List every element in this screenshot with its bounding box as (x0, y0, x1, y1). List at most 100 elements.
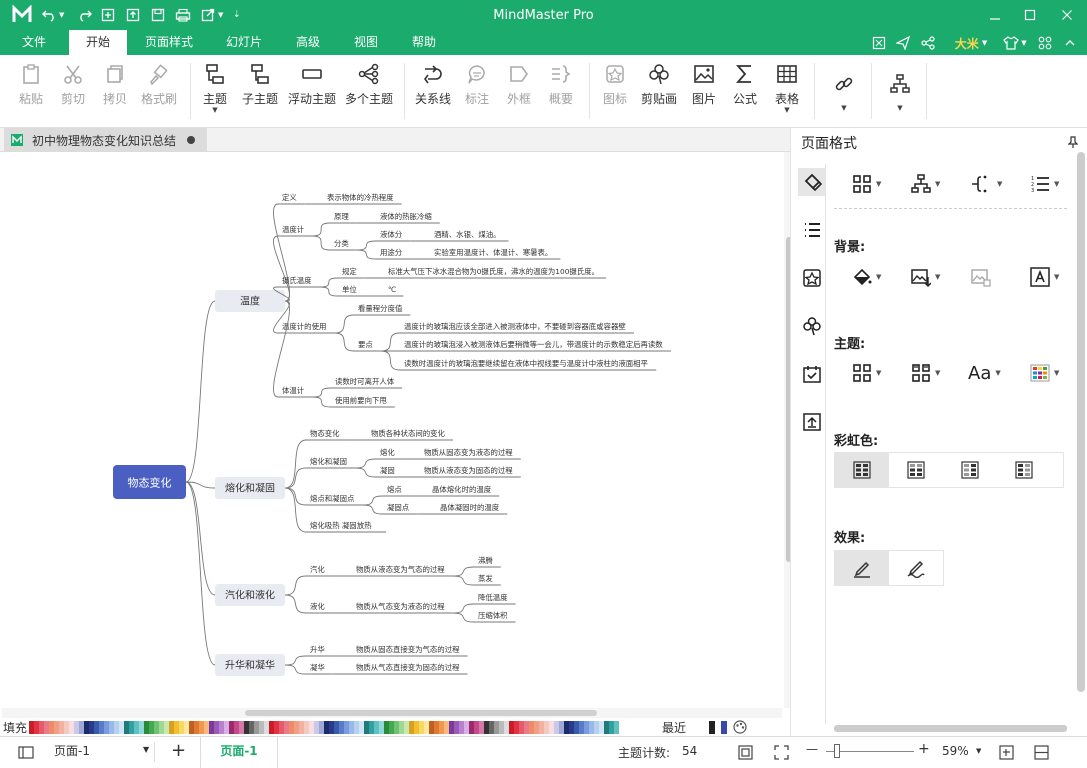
mindmap-diagram[interactable]: 物态变化 温度熔化和凝固汽化和液化升华和凝华 定义 表示物体的冷热程度温度计 原理 液体的… (2, 152, 783, 708)
rainbow-option-4[interactable] (997, 453, 1051, 487)
page-format-tab[interactable] (798, 168, 826, 196)
color-picker-icon[interactable] (733, 720, 747, 734)
theme-color-button[interactable]: ▼ (1030, 357, 1059, 389)
tab-advanced[interactable]: 高级 (284, 30, 332, 55)
format-painter-button[interactable]: 格式刷 (139, 63, 179, 123)
send-icon[interactable] (894, 33, 912, 53)
subtopic-button[interactable]: 子主题 (240, 63, 280, 123)
mindmap-node[interactable]: 凝固 (380, 466, 395, 475)
mindmap-node[interactable]: 摄氏温度 (282, 276, 312, 285)
redo-icon[interactable] (78, 5, 92, 25)
mindmap-node[interactable]: 温度计的玻璃泡应该全部进入被测液体中，不要碰到容器底或容器壁 (404, 322, 626, 331)
print-icon[interactable] (175, 5, 191, 25)
tab-page-style[interactable]: 页面样式 (136, 30, 202, 55)
apps-grid-icon[interactable] (1036, 33, 1054, 53)
mindmap-node[interactable]: 物质从固态直接变为气态的过程 (356, 645, 460, 654)
central-topic-label[interactable]: 物态变化 (128, 476, 172, 490)
table-dropdown-icon[interactable]: ▼ (784, 107, 789, 114)
mindmap-node[interactable]: 晶体凝固时的温度 (440, 503, 500, 512)
page-panel-icon[interactable] (18, 746, 34, 759)
zoom-slider-handle[interactable] (834, 744, 840, 758)
watermark-button[interactable]: ▼ (1030, 261, 1059, 293)
user-menu[interactable]: 大米 ▼ (950, 33, 992, 53)
panel-vertical-scrollbar[interactable] (1077, 152, 1085, 692)
tab-file[interactable]: 文件 (8, 30, 60, 55)
relationship-button[interactable]: 关系线 (414, 63, 452, 123)
fullscreen-icon[interactable] (870, 33, 888, 53)
hyperlink-button[interactable]: ▼ (828, 63, 860, 123)
theme-button[interactable]: ▼ (852, 357, 881, 389)
zoom-level[interactable]: 59% (942, 744, 969, 758)
boundary-button[interactable]: 外框 (502, 63, 536, 123)
page-tab-1[interactable]: 页面-1 (200, 737, 278, 768)
background-image-button[interactable]: ▼ (911, 261, 940, 293)
fill-color-button[interactable]: ▼ (852, 261, 881, 293)
mindmap-node[interactable]: 熔化吸热 凝固放热 (310, 521, 372, 530)
clipart-button[interactable]: 剪贴画 (639, 63, 679, 123)
mindmap-node[interactable]: 熔化 (380, 448, 395, 457)
mindmap-node[interactable]: 沸腾 (478, 556, 493, 565)
mindmap-node[interactable]: 规定 (342, 267, 357, 276)
undo-icon[interactable]: ▼ (42, 5, 64, 25)
formula-button[interactable]: 公式 (728, 63, 762, 123)
mindmap-node[interactable]: 汽化 (310, 565, 325, 574)
mindmap-node[interactable]: 压缩体积 (478, 611, 508, 620)
export-tab[interactable] (798, 408, 826, 436)
effect-option-1[interactable] (835, 551, 889, 585)
pin-icon[interactable] (1068, 136, 1078, 148)
connector-style-button[interactable]: ▼ (971, 168, 1002, 200)
link-dropdown-icon[interactable]: ▼ (841, 105, 846, 112)
mindmap-node[interactable]: 体温计 (282, 386, 305, 395)
mindmap-node[interactable]: 原理 (334, 212, 349, 221)
table-button[interactable]: 表格 ▼ (770, 63, 804, 123)
mindmap-node[interactable]: 要点 (358, 340, 373, 349)
collapse-ribbon-icon[interactable] (1061, 33, 1079, 53)
mindmap-node[interactable]: 读数时温度计的玻璃泡要继续留在液体中视线要与温度计中液柱的液面相平 (404, 359, 648, 368)
main-topic-label[interactable]: 熔化和凝固 (225, 482, 275, 495)
layout-button[interactable]: ▼ (884, 63, 916, 123)
mindmap-node[interactable]: 熔点和凝固点 (310, 494, 355, 503)
tab-view[interactable]: 视图 (342, 30, 390, 55)
mindmap-node[interactable]: 读数时可离开人体 (335, 377, 395, 386)
color-swatches[interactable] (29, 720, 619, 734)
skin-icon[interactable]: ▼ (1000, 33, 1030, 53)
mindmap-node[interactable]: 分类 (334, 239, 349, 248)
mindmap-node[interactable]: 物态变化 (310, 429, 340, 438)
mindmap-node[interactable]: 单位 (342, 285, 357, 294)
mindmap-node[interactable]: 降低温度 (478, 593, 508, 602)
zoom-dropdown-icon[interactable]: ▼ (976, 747, 981, 755)
numbering-button[interactable]: 1 2 3 ▼ (1030, 168, 1059, 200)
save-icon[interactable] (151, 5, 165, 25)
mindmap-node[interactable]: 看量程分度值 (358, 304, 403, 313)
mindmap-node[interactable]: 熔点 (387, 485, 402, 494)
fit-page-icon[interactable] (738, 745, 753, 760)
mindmap-canvas[interactable]: 物态变化 温度 熔化和凝固 汽化和液化 升华和凝华 定义 表示物体的冷热程度 温度计 原理 液体的… (2, 152, 783, 708)
main-topic-label[interactable]: 汽化和液化 (225, 589, 275, 602)
customize-quick-access-icon[interactable]: ⇣ (233, 5, 241, 25)
close-button[interactable] (1055, 5, 1079, 25)
mindmap-node[interactable]: ℃ (388, 285, 396, 294)
copy-button[interactable]: 拷贝 (98, 63, 132, 123)
fit-window-icon[interactable] (999, 745, 1014, 760)
callout-button[interactable]: 标注 (460, 63, 494, 123)
rainbow-option-3[interactable] (943, 453, 997, 487)
effect-option-2[interactable] (889, 551, 943, 585)
fullscreen-icon[interactable] (774, 745, 789, 760)
theme-font-button[interactable]: Aa ▼ (968, 357, 1001, 389)
mindmap-node[interactable]: 物质从气态直接变为固态的过程 (356, 663, 460, 672)
mindmap-node[interactable]: 熔化和凝固 (310, 457, 347, 466)
summary-button[interactable]: 概要 (544, 63, 578, 123)
zoom-out-button[interactable]: — (806, 742, 818, 756)
paste-button[interactable]: 粘贴 (14, 63, 48, 123)
main-topic-label[interactable]: 温度 (240, 295, 260, 308)
document-tab[interactable]: 初中物理物态变化知识总结 (4, 128, 207, 152)
export-icon[interactable]: ▼ (201, 5, 223, 25)
mindmap-node[interactable]: 用途分 (380, 248, 403, 257)
theme-style-button[interactable]: ▼ (911, 357, 940, 389)
mindmap-node[interactable]: 物质各种状态间的变化 (371, 429, 446, 438)
mindmap-node[interactable]: 使用前要向下甩 (335, 396, 387, 405)
layout-structure-button[interactable]: ▼ (852, 168, 881, 200)
mindmap-node[interactable]: 物质从固态变为液态的过程 (424, 448, 513, 457)
mindmap-node[interactable]: 液化 (310, 602, 325, 611)
rainbow-option-1[interactable] (835, 453, 889, 487)
